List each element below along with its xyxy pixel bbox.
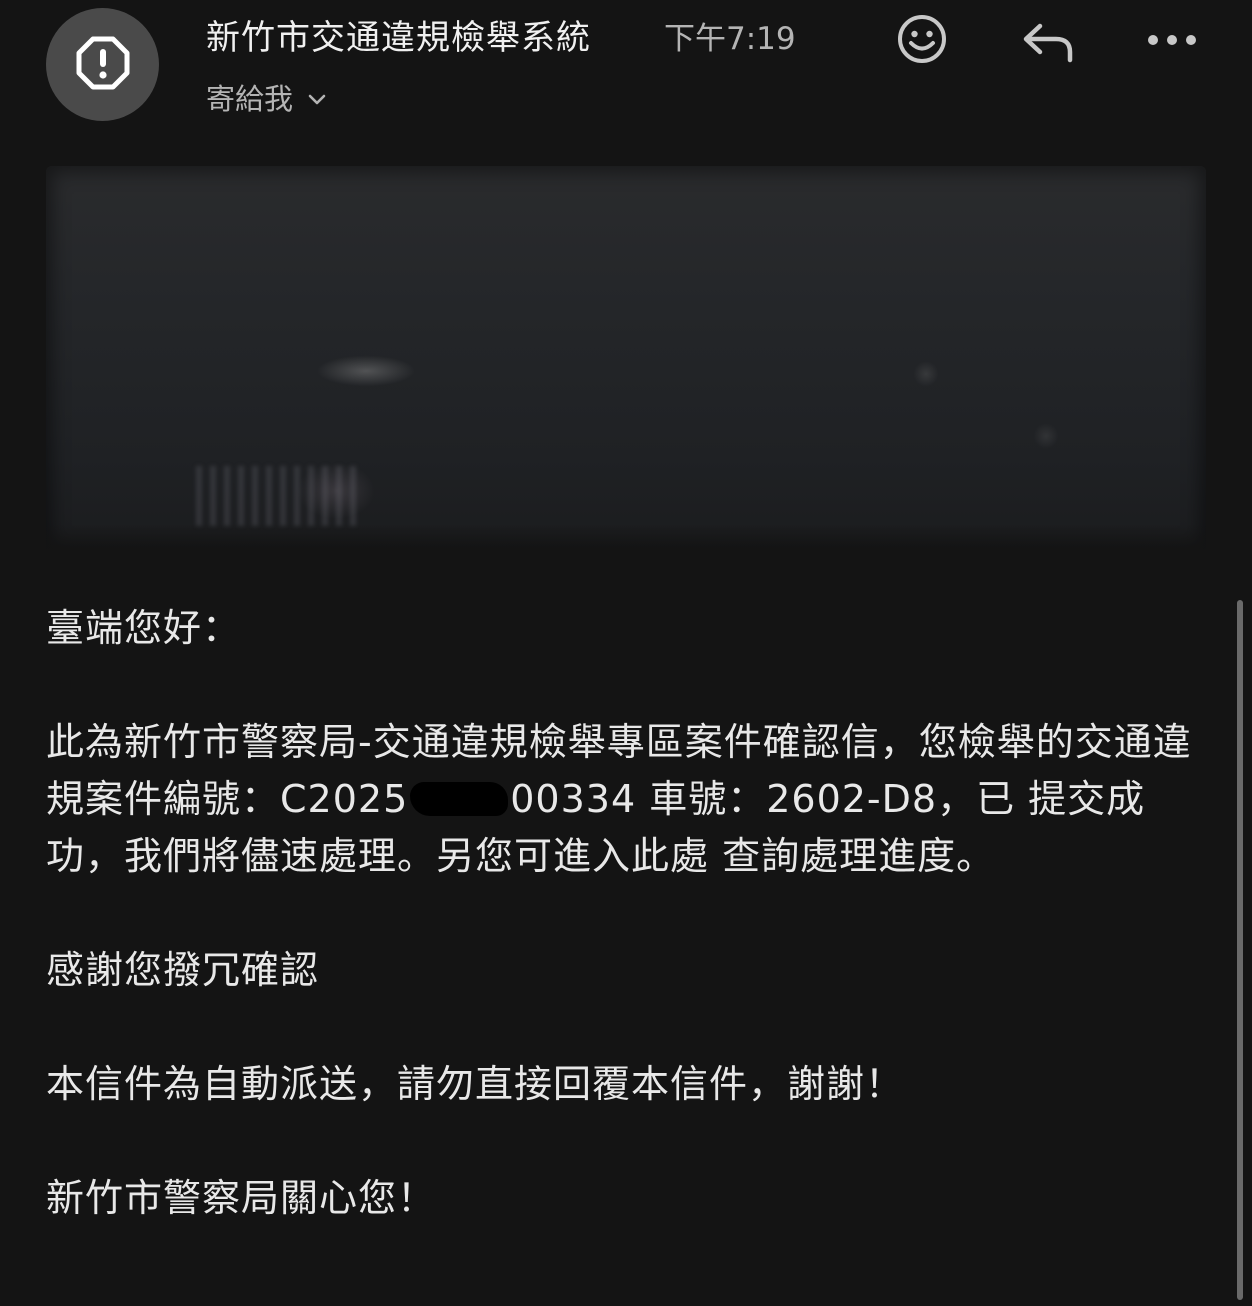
- confirmation-paragraph: 此為新竹市警察局-交通違規檢舉專區案件確認信，您檢舉的交通違規案件編號：C202…: [46, 714, 1206, 885]
- more-options-button[interactable]: [1140, 18, 1204, 64]
- reply-button[interactable]: [1016, 16, 1078, 70]
- email-body: 臺端您好： 此為新竹市警察局-交通違規檢舉專區案件確認信，您檢舉的交通違規案件編…: [46, 600, 1206, 1227]
- sender-name[interactable]: 新竹市交通違規檢舉系統: [206, 10, 591, 59]
- add-reaction-button[interactable]: [894, 13, 950, 69]
- alert-octagon-icon: [76, 36, 130, 94]
- email-view: 新竹市交通違規檢舉系統 下午7:19 寄給我 臺端您好： 此為新竹市警察局-交通…: [0, 0, 1252, 1306]
- scrollbar[interactable]: [1237, 600, 1243, 1300]
- smiley-icon: [896, 13, 948, 69]
- message-time: 下午7:19: [664, 21, 796, 57]
- email-banner-image: [46, 166, 1206, 554]
- more-horizontal-icon: [1146, 32, 1198, 51]
- signoff-line: 新竹市警察局關心您！: [46, 1176, 437, 1220]
- sender-avatar[interactable]: [46, 8, 159, 121]
- greeting: 臺端您好：: [46, 606, 242, 650]
- reply-icon: [1018, 18, 1076, 68]
- chevron-down-icon: [307, 80, 327, 114]
- redaction-mark: [410, 782, 509, 816]
- thanks-line: 感謝您撥冗確認: [46, 948, 320, 992]
- auto-notice-line: 本信件為自動派送，請勿直接回覆本信件，謝謝！: [46, 1062, 905, 1106]
- banner-blurred-detail: [196, 466, 356, 526]
- recipient-details-toggle[interactable]: 寄給我: [206, 76, 327, 118]
- recipient-label: 寄給我: [206, 82, 294, 116]
